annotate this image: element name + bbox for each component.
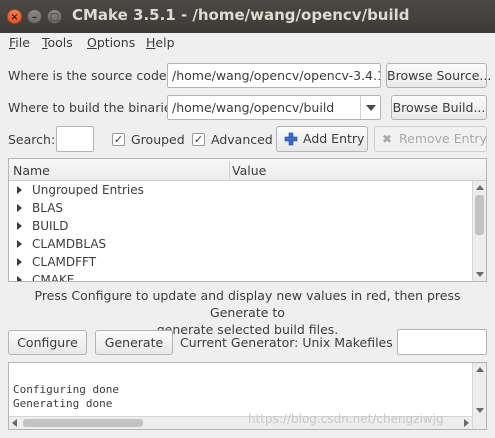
minimize-window-button[interactable]: – [27,9,42,24]
generate-button[interactable]: Generate [95,330,173,355]
search-input[interactable] [56,126,94,152]
triangle-right-icon[interactable] [17,240,22,248]
source-path-input[interactable]: /home/wang/opencv/opencv-3.4.1 [167,63,381,88]
column-header-name[interactable]: Name [13,163,50,178]
scroll-up-icon[interactable] [476,367,484,372]
browse-build-button[interactable]: Browse Build... [391,95,487,120]
cache-tree-view[interactable]: Name Value Ungrouped Entries BLAS BUILD … [8,158,487,282]
advanced-label: Advanced [211,132,273,147]
scrollbar-thumb[interactable] [23,419,143,427]
scroll-down-icon[interactable] [476,408,484,413]
scroll-right-icon[interactable] [464,419,469,427]
tree-row-label: CLAMDFFT [32,255,97,269]
menu-help[interactable]: Help [146,35,175,50]
watermark-text: https://blog.csdn.net/chengziwjg [248,412,444,426]
configure-button[interactable]: Configure [8,330,87,355]
menu-options-mnemonic: O [87,35,97,50]
advanced-checkbox[interactable]: ✓ [192,133,205,146]
build-path-value: /home/wang/opencv/build [172,100,335,115]
triangle-right-icon[interactable] [17,204,22,212]
tree-row-label: CMAKE [32,273,75,281]
window-title: CMake 3.5.1 - /home/wang/opencv/build [72,6,410,24]
output-vertical-scrollbar[interactable] [472,363,486,429]
tree-vertical-scrollbar[interactable] [472,181,486,281]
tree-rows: Ungrouped Entries BLAS BUILD CLAMDBLAS C… [9,181,473,281]
add-entry-button[interactable]: Add Entry [276,126,368,152]
scrollbar-thumb[interactable] [475,195,484,235]
menu-tools[interactable]: Tools [42,35,73,50]
title-bar: × – □ CMake 3.5.1 - /home/wang/opencv/bu… [0,0,495,33]
plus-icon [284,132,298,146]
tree-row[interactable]: Ungrouped Entries [9,181,473,199]
tree-row[interactable]: BLAS [9,199,473,217]
menu-help-mnemonic: H [146,35,156,50]
triangle-right-icon[interactable] [17,222,22,230]
scroll-down-icon[interactable] [476,272,484,277]
menu-file[interactable]: File [9,35,30,50]
tree-row-label: BUILD [32,219,69,233]
grouped-label: Grouped [131,132,185,147]
menu-options-label: ptions [96,35,136,50]
check-icon: ✓ [193,133,204,146]
menu-tools-label: ools [47,35,73,50]
remove-entry-label: Remove Entry [399,131,487,146]
tree-header: Name Value [9,159,486,181]
menu-bar: File Tools Options Help [0,33,495,55]
tree-row[interactable]: CLAMDBLAS [9,235,473,253]
grouped-checkbox[interactable]: ✓ [112,133,125,146]
triangle-right-icon[interactable] [17,258,22,266]
add-entry-label: Add Entry [303,131,365,146]
chevron-down-icon[interactable] [360,96,380,119]
source-label: Where is the source code: [8,68,171,83]
tree-row[interactable]: CLAMDFFT [9,253,473,271]
tree-row-label: BLAS [32,201,64,215]
triangle-right-icon[interactable] [17,276,22,281]
tree-row-label: Ungrouped Entries [32,183,144,197]
check-icon: ✓ [113,133,124,146]
build-path-combo[interactable]: /home/wang/opencv/build [167,95,381,120]
search-label: Search: [8,132,56,147]
scroll-up-icon[interactable] [476,185,484,190]
column-divider[interactable] [229,161,230,179]
maximize-window-button[interactable]: □ [47,9,62,24]
menu-options[interactable]: Options [87,35,135,50]
menu-file-label: ile [15,35,30,50]
remove-entry-button[interactable]: ✖ Remove Entry [374,126,487,152]
build-label: Where to build the binaries: [8,100,183,115]
generator-field[interactable] [397,329,487,355]
triangle-right-icon[interactable] [17,186,22,194]
scroll-left-icon[interactable] [12,419,17,427]
log-line: Configuring done [13,383,119,396]
maximize-icon: □ [49,12,60,23]
tree-row[interactable]: CMAKE [9,271,473,281]
menu-help-label: elp [155,35,175,50]
log-line: Generating done [13,397,113,410]
current-generator-text: Current Generator: Unix Makefiles [180,335,393,350]
hint-line-1: Press Configure to update and display ne… [34,288,461,320]
tree-row[interactable]: BUILD [9,217,473,235]
column-header-value[interactable]: Value [232,163,266,178]
close-icon: ✖ [382,132,393,146]
minimize-icon: – [32,12,37,23]
browse-source-button[interactable]: Browse Source... [386,63,491,88]
tree-row-label: CLAMDBLAS [32,237,107,251]
close-window-button[interactable]: × [7,9,22,24]
close-icon: × [10,12,19,23]
